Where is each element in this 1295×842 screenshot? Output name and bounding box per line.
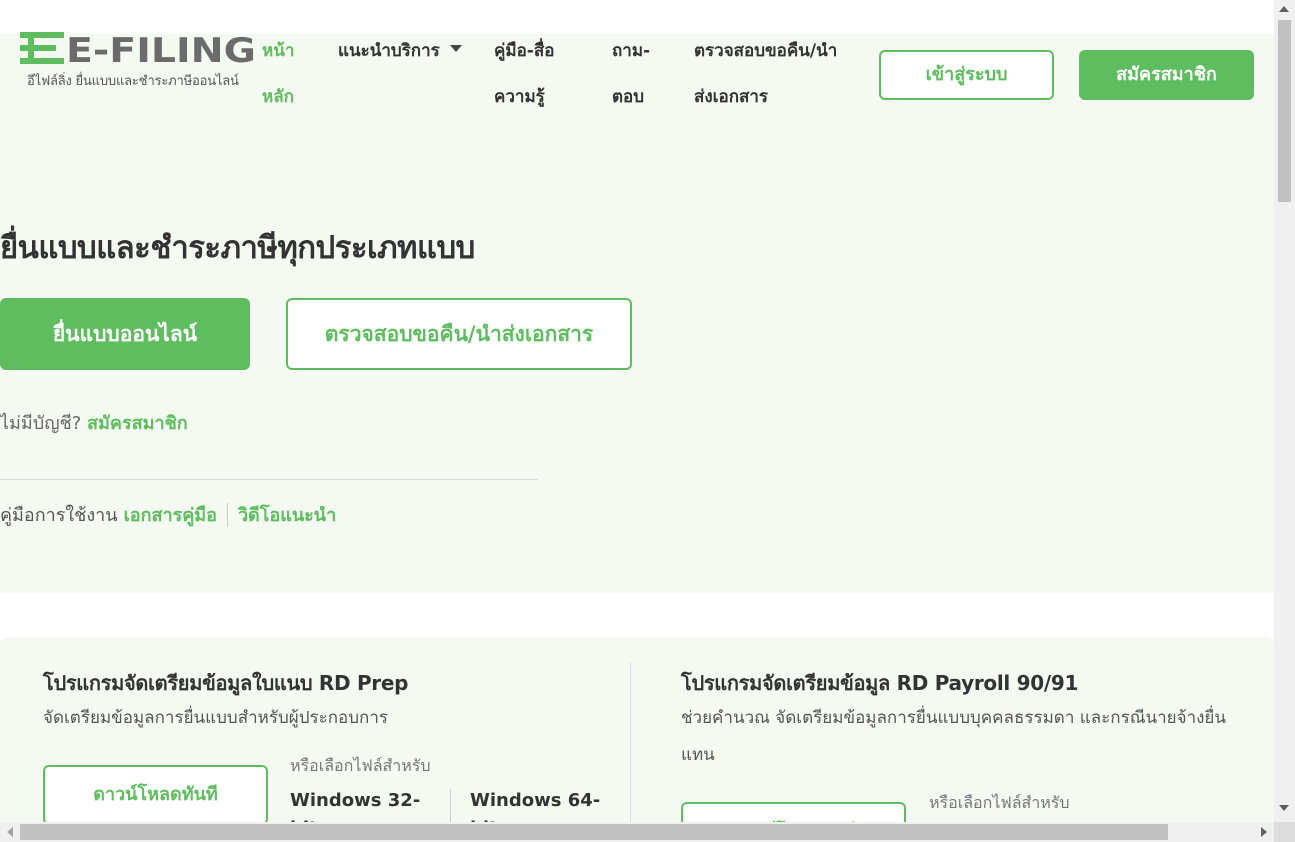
programs-divider (630, 662, 631, 822)
rdprep-win64-link[interactable]: Windows 64-bit (470, 787, 605, 822)
rdpayroll-title: โปรแกรมจัดเตรียมข้อมูล RD Payroll 90/91 (681, 671, 1079, 695)
nav-manual-line2: ความรู้ (494, 87, 545, 107)
no-account-text: ไม่มีบัญชี? (0, 413, 88, 434)
rdprep-win32-link[interactable]: Windows 32-bit (290, 787, 425, 822)
manual-doc-link[interactable]: เอกสารคู่มือ (124, 500, 217, 529)
nav-home-line2: หลัก (262, 87, 294, 107)
efiling-logo[interactable]: E-FILING อีไฟล์ลิ่ง ยื่นแบบและชำระภาษีออ… (18, 30, 263, 90)
rdprep-or-select: หรือเลือกไฟล์สำหรับ (290, 756, 431, 775)
rdpayroll-desc: ช่วยคำนวณ จัดเตรียมข้อมูลการยื่นแบบบุคคล… (681, 708, 1227, 765)
nav-check-refund-line2: ส่งเอกสาร (694, 87, 769, 107)
nav-manual[interactable]: คู่มือ-สื่อ ความรู้ (494, 28, 584, 120)
scroll-right-arrow-icon[interactable] (1261, 827, 1267, 837)
vertical-scrollbar-thumb[interactable] (1278, 20, 1291, 202)
nav-faq-line1: ถาม- (612, 41, 651, 61)
nav-faq-line2: ตอบ (612, 87, 645, 107)
page-viewport: E-FILING อีไฟล์ลิ่ง ยื่นแบบและชำระภาษีออ… (0, 0, 1274, 822)
hero-divider (0, 479, 538, 480)
manual-row: คู่มือการใช้งาน เอกสารคู่มือ วิดีโอแนะนำ (0, 500, 336, 529)
horizontal-scrollbar-thumb[interactable] (20, 824, 1168, 840)
nav-services[interactable]: แนะนำบริการ (338, 28, 478, 74)
nav-services-label: แนะนำบริการ (338, 41, 440, 61)
login-button[interactable]: เข้าสู่ระบบ (879, 50, 1054, 100)
nav-check-refund[interactable]: ตรวจสอบขอคืน/นำ ส่งเอกสาร (694, 28, 866, 120)
horizontal-scrollbar[interactable] (0, 822, 1274, 842)
nav-faq[interactable]: ถาม- ตอบ (612, 28, 672, 120)
rdprep-desc: จัดเตรียมข้อมูลการยื่นแบบสำหรับผู้ประกอบ… (43, 708, 389, 728)
manual-separator (226, 502, 228, 527)
scroll-up-arrow-icon[interactable] (1279, 6, 1289, 12)
os-separator (450, 789, 451, 822)
scrollbar-corner (1274, 822, 1295, 842)
check-refund-button[interactable]: ตรวจสอบขอคืน/นำส่งเอกสาร (286, 298, 632, 370)
rdprep-title: โปรแกรมจัดเตรียมข้อมูลใบแนบ RD Prep (43, 671, 409, 695)
nav-manual-line1: คู่มือ-สื่อ (494, 41, 555, 61)
caret-down-icon (449, 44, 462, 52)
nav-home-line1: หน้า (262, 41, 295, 61)
register-link[interactable]: สมัครสมาชิก (87, 413, 188, 434)
scroll-left-arrow-icon[interactable] (7, 827, 13, 837)
logo-subtitle: อีไฟล์ลิ่ง ยื่นแบบและชำระภาษีออนไลน์ (27, 74, 239, 89)
logo-wordmark: E-FILING (66, 31, 256, 66)
file-online-button[interactable]: ยื่นแบบออนไลน์ (0, 298, 250, 370)
nav-home[interactable]: หน้า หลัก (262, 28, 302, 120)
efiling-logo-mark: E-FILING (20, 31, 256, 66)
rdpayroll-download-button[interactable]: ดาวน์โหลดทันที (681, 802, 906, 822)
no-account-row: ไม่มีบัญชี? สมัครสมาชิก (0, 408, 188, 437)
rdpayroll-or-select: หรือเลือกไฟล์สำหรับ (929, 793, 1070, 812)
rdprep-download-button[interactable]: ดาวน์โหลดทันที (43, 765, 268, 822)
manual-text: คู่มือการใช้งาน (0, 505, 118, 526)
vertical-scrollbar[interactable] (1274, 0, 1295, 822)
manual-video-link[interactable]: วิดีโอแนะนำ (238, 500, 336, 529)
register-button[interactable]: สมัครสมาชิก (1079, 50, 1254, 100)
scroll-down-arrow-icon[interactable] (1279, 805, 1289, 811)
hero-title: ยื่นแบบและชำระภาษีทุกประเภทแบบ (0, 230, 475, 266)
nav-check-refund-line1: ตรวจสอบขอคืน/นำ (694, 41, 838, 61)
